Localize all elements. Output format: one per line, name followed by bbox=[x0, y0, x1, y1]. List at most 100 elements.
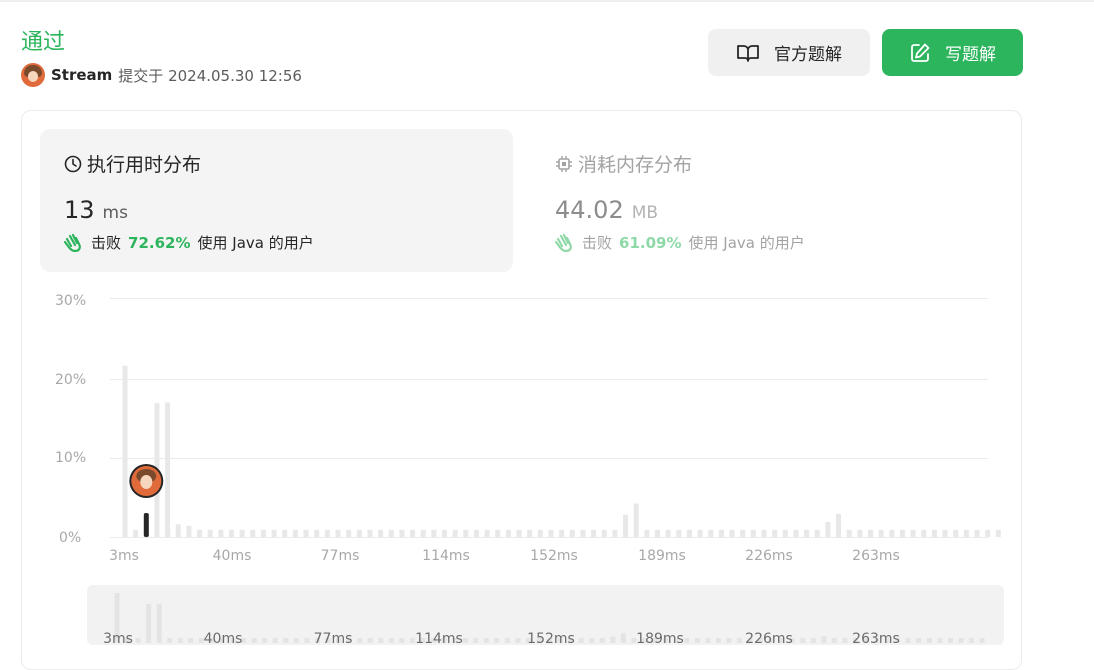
chart-bar bbox=[857, 529, 863, 537]
mini-bar bbox=[979, 638, 985, 643]
chart-bar bbox=[665, 529, 671, 537]
chart-bar bbox=[271, 529, 277, 537]
mini-bar bbox=[947, 638, 953, 643]
chart-bar bbox=[836, 513, 842, 537]
chart-bar bbox=[442, 529, 447, 537]
chart-bar bbox=[303, 529, 309, 537]
mini-x-tick-label: 152ms bbox=[527, 631, 575, 647]
chart-bar bbox=[686, 529, 692, 537]
mini-bar bbox=[821, 636, 827, 643]
mini-bar bbox=[705, 638, 711, 643]
mini-bar bbox=[515, 638, 521, 643]
mini-bar bbox=[283, 638, 289, 643]
chart-bar bbox=[527, 529, 533, 537]
chart-bar bbox=[612, 529, 618, 537]
x-tick-label: 189ms bbox=[638, 548, 686, 564]
chart-bar bbox=[899, 529, 905, 537]
mini-bar bbox=[177, 638, 183, 643]
chart-bar bbox=[985, 529, 991, 537]
x-tick-label: 152ms bbox=[530, 548, 578, 564]
mini-bar bbox=[715, 638, 721, 643]
mini-bar bbox=[272, 638, 278, 643]
chart-bar bbox=[559, 529, 565, 537]
chart-bar bbox=[197, 529, 203, 537]
chart-bar bbox=[250, 529, 256, 537]
chart-bar bbox=[740, 529, 746, 537]
mini-bar bbox=[610, 636, 616, 643]
mini-bar bbox=[916, 638, 922, 643]
mini-x-tick-label: 77ms bbox=[314, 631, 353, 647]
mini-bar bbox=[378, 638, 384, 643]
chart-bar bbox=[676, 529, 682, 537]
chart-bar bbox=[378, 529, 384, 537]
mini-bar bbox=[357, 638, 363, 643]
mini-bar bbox=[578, 638, 584, 643]
runtime-distribution-chart[interactable]: 3ms 40ms 77ms 114ms 152ms 189ms 226ms 263ms 3ms 4… bbox=[0, 0, 1094, 656]
mini-bar bbox=[504, 638, 510, 643]
chart-bar bbox=[708, 529, 714, 537]
chart-bar bbox=[282, 529, 288, 537]
chart-bar bbox=[942, 529, 948, 537]
chart-bar bbox=[346, 529, 352, 537]
chart-bar bbox=[931, 529, 937, 537]
mini-bar bbox=[293, 638, 299, 643]
mini-x-tick-label: 114ms bbox=[415, 631, 463, 647]
mini-bar bbox=[926, 638, 932, 643]
mini-bar bbox=[620, 633, 626, 643]
mini-bar bbox=[905, 638, 911, 643]
chart-bar bbox=[452, 529, 458, 537]
mini-x-tick-label: 40ms bbox=[204, 631, 243, 647]
chart-bar bbox=[729, 529, 735, 537]
chart-bar bbox=[591, 529, 597, 537]
mini-bar bbox=[262, 638, 268, 643]
chart-bar bbox=[921, 529, 927, 537]
chart-bar bbox=[793, 529, 799, 537]
chart-bar bbox=[878, 529, 884, 537]
mini-bar bbox=[969, 638, 975, 643]
chart-bar bbox=[697, 529, 703, 537]
chart-bar bbox=[165, 402, 171, 537]
mini-bar bbox=[409, 638, 415, 643]
chart-bar bbox=[431, 529, 437, 537]
mini-bar bbox=[473, 638, 479, 643]
chart-bar bbox=[814, 529, 820, 537]
chart-bar bbox=[463, 529, 469, 537]
chart-bar bbox=[367, 529, 373, 537]
mini-bar bbox=[589, 638, 595, 643]
chart-bar bbox=[133, 529, 139, 537]
mini-x-tick-label: 226ms bbox=[745, 631, 793, 647]
mini-bar bbox=[726, 638, 732, 643]
x-tick-label: 3ms bbox=[109, 548, 139, 564]
mini-x-tick-label: 3ms bbox=[103, 631, 133, 647]
chart-bar bbox=[335, 529, 341, 537]
chart-bar bbox=[314, 529, 320, 537]
mini-bar bbox=[167, 638, 173, 643]
mini-bar bbox=[367, 638, 373, 643]
chart-bar bbox=[218, 529, 224, 537]
mini-bar bbox=[810, 638, 816, 643]
chart-bar bbox=[473, 529, 479, 537]
chart-bar bbox=[995, 529, 1001, 537]
mini-bar bbox=[694, 638, 700, 643]
chart-bar bbox=[292, 529, 298, 537]
mini-bar bbox=[483, 638, 489, 643]
chart-bar bbox=[601, 529, 607, 537]
mini-bar bbox=[388, 638, 394, 643]
x-tick-label: 263ms bbox=[852, 548, 900, 564]
mini-bar bbox=[494, 638, 500, 643]
chart-bar bbox=[175, 524, 181, 537]
chart-bar bbox=[260, 529, 266, 537]
chart-bar bbox=[974, 529, 980, 537]
mini-bar bbox=[304, 638, 310, 643]
mini-bar bbox=[188, 638, 194, 643]
mini-bar bbox=[599, 638, 605, 643]
mini-bar bbox=[146, 603, 152, 643]
chart-bar bbox=[122, 365, 128, 537]
x-tick-label: 226ms bbox=[745, 548, 793, 564]
mini-bar bbox=[831, 638, 837, 643]
chart-bar bbox=[388, 529, 394, 537]
mini-x-tick-label: 189ms bbox=[636, 631, 684, 647]
chart-bar bbox=[782, 529, 788, 537]
chart-bar bbox=[804, 529, 810, 537]
mini-bar bbox=[937, 638, 943, 643]
